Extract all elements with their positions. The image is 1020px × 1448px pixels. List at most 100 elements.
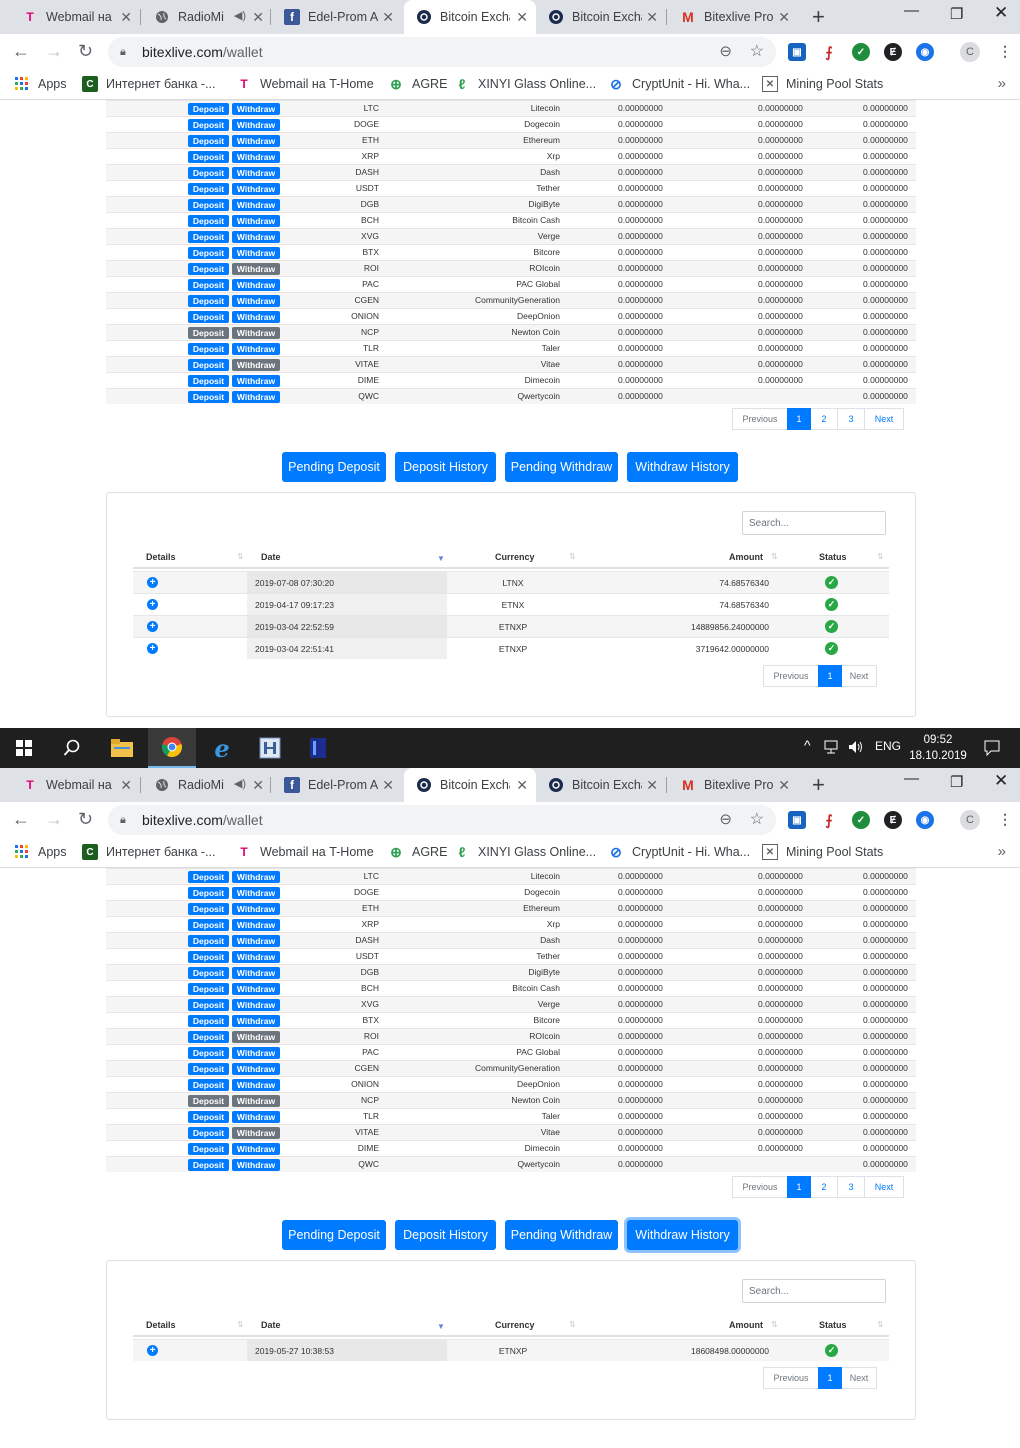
address-bar[interactable]: 🔒︎ bitexlive.com/wallet ⊖ ☆ xyxy=(108,37,776,67)
deposit-button[interactable]: Deposit xyxy=(188,391,229,403)
search-input[interactable]: Search... xyxy=(742,1279,886,1303)
browser-tab[interactable]: Bitcoin Excha ✕ xyxy=(404,768,536,802)
deposit-button[interactable]: Deposit xyxy=(188,1079,229,1091)
deposit-button[interactable]: Deposit xyxy=(188,967,229,979)
bookmark-item[interactable]: C Интернет банка -... xyxy=(82,76,216,92)
deposit-button[interactable]: Deposit xyxy=(188,343,229,355)
withdraw-button[interactable]: Withdraw xyxy=(232,199,280,211)
sort-icon[interactable]: ⇅ xyxy=(237,1320,244,1329)
taskbar-app-1[interactable] xyxy=(246,728,294,768)
sort-icon[interactable]: ⇅ xyxy=(237,552,244,561)
action-center-icon[interactable] xyxy=(984,740,1000,756)
column-header[interactable]: Currency xyxy=(495,552,535,562)
forward-arrow-icon[interactable]: → xyxy=(45,809,63,830)
sort-desc-icon[interactable]: ▼ xyxy=(437,554,445,563)
close-tab-icon[interactable]: ✕ xyxy=(252,9,264,26)
bookmark-item[interactable]: ✕ Mining Pool Stats xyxy=(762,76,883,92)
restore-button[interactable]: ❐ xyxy=(950,773,963,791)
browser-tab[interactable]: Bitcoin Excha ✕ xyxy=(536,768,666,802)
column-header[interactable]: Currency xyxy=(495,1320,535,1330)
pdf-extension-icon[interactable]: ⨍ xyxy=(820,811,838,829)
address-bar[interactable]: 🔒︎ bitexlive.com/wallet ⊖ ☆ xyxy=(108,805,776,835)
deposit-button[interactable]: Deposit xyxy=(188,359,229,371)
deposit-button[interactable]: Deposit xyxy=(188,103,229,115)
history-tab-button[interactable]: Deposit History xyxy=(395,1220,496,1250)
close-tab-icon[interactable]: ✕ xyxy=(382,9,394,26)
withdraw-button[interactable]: Withdraw xyxy=(232,327,280,339)
withdraw-button[interactable]: Withdraw xyxy=(232,1127,280,1139)
close-tab-icon[interactable]: ✕ xyxy=(778,777,790,794)
sort-icon[interactable]: ⇅ xyxy=(877,1320,884,1329)
deposit-button[interactable]: Deposit xyxy=(188,887,229,899)
sort-icon[interactable]: ⇅ xyxy=(877,552,884,561)
back-arrow-icon[interactable]: ← xyxy=(12,41,30,62)
bookmark-item[interactable]: ⊘ CryptUnit - Hi. Wha... xyxy=(608,76,750,92)
browser-menu-icon[interactable]: ⋮ xyxy=(998,811,1012,828)
page-number-button[interactable]: 2 xyxy=(810,408,838,430)
close-tab-icon[interactable]: ✕ xyxy=(778,9,790,26)
withdraw-button[interactable]: Withdraw xyxy=(232,1031,280,1043)
page-number-button[interactable]: 3 xyxy=(837,408,865,430)
withdraw-button[interactable]: Withdraw xyxy=(232,183,280,195)
sort-icon[interactable]: ⇅ xyxy=(569,1320,576,1329)
bookmark-item[interactable]: ℓ XINYI Glass Online... xyxy=(454,76,597,92)
withdraw-button[interactable]: Withdraw xyxy=(232,887,280,899)
minimize-button[interactable]: — xyxy=(904,770,919,787)
deposit-button[interactable]: Deposit xyxy=(188,1031,229,1043)
extension-icon[interactable]: ▣ xyxy=(788,43,806,61)
close-tab-icon[interactable]: ✕ xyxy=(120,777,132,794)
withdraw-button[interactable]: Withdraw xyxy=(232,151,280,163)
page-number-button[interactable]: 1 xyxy=(818,1367,842,1389)
withdraw-button[interactable]: Withdraw xyxy=(232,1047,280,1059)
withdraw-button[interactable]: Withdraw xyxy=(232,343,280,355)
withdraw-button[interactable]: Withdraw xyxy=(232,391,280,403)
bookmark-item[interactable]: Apps xyxy=(14,844,67,860)
deposit-button[interactable]: Deposit xyxy=(188,999,229,1011)
next-page-button[interactable]: Next xyxy=(864,408,904,430)
withdraw-button[interactable]: Withdraw xyxy=(232,375,280,387)
start-button[interactable] xyxy=(0,728,48,768)
window-close-button[interactable]: ✕ xyxy=(994,771,1008,791)
deposit-button[interactable]: Deposit xyxy=(188,1159,229,1171)
withdraw-button[interactable]: Withdraw xyxy=(232,1111,280,1123)
back-arrow-icon[interactable]: ← xyxy=(12,809,30,830)
withdraw-button[interactable]: Withdraw xyxy=(232,167,280,179)
bookmark-item[interactable]: ⊘ CryptUnit - Hi. Wha... xyxy=(608,844,750,860)
deposit-button[interactable]: Deposit xyxy=(188,1095,229,1107)
withdraw-button[interactable]: Withdraw xyxy=(232,935,280,947)
deposit-button[interactable]: Deposit xyxy=(188,295,229,307)
history-tab-button[interactable]: Deposit History xyxy=(395,452,496,482)
deposit-button[interactable]: Deposit xyxy=(188,1063,229,1075)
next-page-button[interactable]: Next xyxy=(864,1176,904,1198)
withdraw-button[interactable]: Withdraw xyxy=(232,295,280,307)
bookmark-item[interactable]: ✕ Mining Pool Stats xyxy=(762,844,883,860)
deposit-button[interactable]: Deposit xyxy=(188,1143,229,1155)
page-number-button[interactable]: 3 xyxy=(837,1176,865,1198)
browser-tab[interactable]: T Webmail на ✕ xyxy=(10,768,140,802)
bookmark-item[interactable]: ⊕ AGRE xyxy=(388,844,447,860)
page-number-button[interactable]: 2 xyxy=(810,1176,838,1198)
deposit-button[interactable]: Deposit xyxy=(188,311,229,323)
close-tab-icon[interactable]: ✕ xyxy=(646,777,658,794)
previous-page-button[interactable]: Previous xyxy=(732,408,788,430)
deposit-button[interactable]: Deposit xyxy=(188,199,229,211)
withdraw-button[interactable]: Withdraw xyxy=(232,247,280,259)
previous-page-button[interactable]: Previous xyxy=(732,1176,788,1198)
browser-tab[interactable]: Bitcoin Excha ✕ xyxy=(536,0,666,34)
withdraw-button[interactable]: Withdraw xyxy=(232,999,280,1011)
withdraw-button[interactable]: Withdraw xyxy=(232,135,280,147)
browser-tab[interactable]: f Edel-Prom A ✕ xyxy=(272,0,402,34)
column-header[interactable]: Amount xyxy=(729,552,763,562)
search-input[interactable]: Search... xyxy=(742,511,886,535)
previous-page-button[interactable]: Previous xyxy=(763,665,819,687)
deposit-button[interactable]: Deposit xyxy=(188,231,229,243)
deposit-button[interactable]: Deposit xyxy=(188,279,229,291)
bookmark-star-icon[interactable]: ☆ xyxy=(750,41,764,61)
browser-tab[interactable]: RadioMi ◀) ✕ xyxy=(142,0,272,34)
bookmark-item[interactable]: T Webmail на T-Home xyxy=(236,76,373,92)
taskbar-app-2[interactable] xyxy=(294,728,342,768)
column-header[interactable]: Status xyxy=(819,1320,847,1330)
history-tab-button[interactable]: Pending Deposit xyxy=(282,452,386,482)
withdraw-button[interactable]: Withdraw xyxy=(232,1159,280,1171)
extension-icon[interactable]: ▣ xyxy=(788,811,806,829)
